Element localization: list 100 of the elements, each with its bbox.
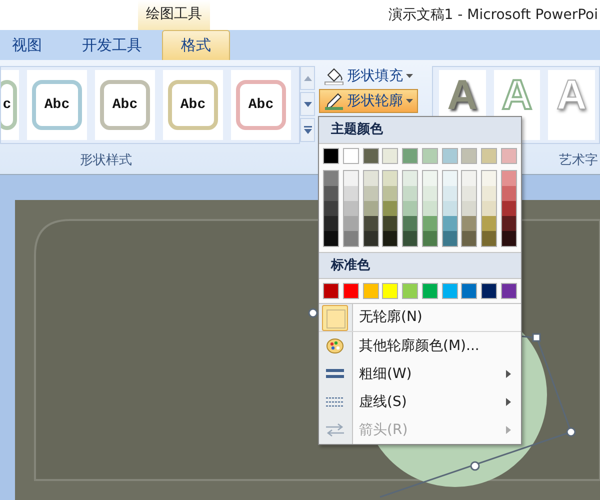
ribbon-tab[interactable]: 视图 (0, 30, 54, 60)
color-swatch[interactable] (482, 200, 496, 216)
color-swatch[interactable] (482, 186, 496, 200)
color-swatch[interactable] (502, 200, 516, 216)
selection-handle[interactable] (532, 333, 541, 342)
color-swatch[interactable] (442, 148, 458, 164)
color-swatch[interactable] (422, 186, 437, 200)
menu-item[interactable]: 无轮廓(N) (319, 304, 521, 332)
color-swatch[interactable] (383, 216, 398, 230)
shape-outline-button[interactable]: 形状轮廓 (319, 89, 418, 113)
color-swatch[interactable] (402, 148, 418, 164)
section-heading: 主题颜色 (319, 117, 521, 144)
color-swatch[interactable] (442, 230, 457, 246)
color-swatch[interactable] (442, 186, 457, 200)
style-thumbnail[interactable]: Abc (27, 70, 87, 140)
window-title: 演示文稿1 - Microsoft PowerPoi (388, 6, 598, 25)
style-thumbnail[interactable]: Abc (95, 70, 155, 140)
color-swatch[interactable] (324, 186, 338, 200)
selection-handle[interactable] (470, 461, 480, 471)
color-swatch[interactable] (382, 148, 398, 164)
color-swatch[interactable] (403, 200, 418, 216)
color-swatch[interactable] (364, 170, 378, 186)
color-swatch[interactable] (442, 170, 457, 186)
color-swatch[interactable] (364, 200, 378, 216)
color-swatch[interactable] (342, 283, 359, 299)
color-swatch[interactable] (344, 200, 358, 216)
color-swatch[interactable] (364, 186, 378, 200)
color-swatch[interactable] (403, 216, 418, 230)
menu-item[interactable]: 其他轮廓颜色(M)... (319, 332, 521, 360)
color-swatch[interactable] (324, 200, 338, 216)
selection-handle[interactable] (308, 308, 318, 318)
color-swatch[interactable] (422, 283, 438, 299)
scroll-up-button[interactable] (300, 66, 315, 90)
selection-handle[interactable] (566, 427, 576, 437)
color-swatch[interactable] (422, 148, 438, 164)
color-swatch[interactable] (462, 230, 476, 246)
color-swatch[interactable] (422, 230, 437, 246)
style-thumbnail[interactable]: Abc (231, 70, 291, 140)
paint-bucket-icon (324, 67, 344, 85)
color-swatch[interactable] (500, 148, 517, 164)
color-swatch[interactable] (442, 216, 457, 230)
ribbon-tab[interactable]: 格式 (162, 30, 230, 60)
color-swatch[interactable] (344, 230, 358, 246)
color-swatch[interactable] (362, 148, 379, 164)
color-swatch[interactable] (462, 216, 476, 230)
shape-fill-button[interactable]: 形状填充 (319, 64, 418, 88)
color-swatch[interactable] (422, 200, 437, 216)
color-swatch[interactable] (344, 170, 358, 186)
color-swatch[interactable] (462, 200, 476, 216)
color-swatch[interactable] (344, 186, 358, 200)
color-swatch[interactable] (402, 283, 418, 299)
more-button[interactable] (300, 118, 315, 142)
caret-icon (406, 74, 413, 78)
color-swatch[interactable] (344, 216, 358, 230)
color-swatch[interactable] (323, 283, 339, 299)
color-swatch[interactable] (422, 170, 437, 186)
color-swatch[interactable] (383, 170, 398, 186)
color-swatch[interactable] (382, 283, 398, 299)
scroll-down-button[interactable] (300, 92, 315, 116)
color-swatch[interactable] (422, 216, 437, 230)
color-swatch[interactable] (461, 283, 478, 299)
color-swatch[interactable] (323, 148, 339, 164)
color-swatch[interactable] (324, 216, 338, 230)
color-swatch[interactable] (403, 230, 418, 246)
color-swatch[interactable] (482, 170, 496, 186)
menu-item[interactable]: 粗细(W) (319, 360, 521, 388)
color-swatch[interactable] (342, 148, 359, 164)
color-swatch[interactable] (403, 186, 418, 200)
color-swatch[interactable] (442, 200, 457, 216)
color-swatch[interactable] (364, 216, 378, 230)
color-swatch[interactable] (383, 230, 398, 246)
color-swatch[interactable] (403, 170, 418, 186)
pencil-icon (324, 92, 344, 110)
color-swatch[interactable] (364, 230, 378, 246)
color-swatch[interactable] (324, 170, 338, 186)
color-swatch[interactable] (462, 186, 476, 200)
color-swatch[interactable] (502, 186, 516, 200)
scroll-down-icon (304, 102, 312, 106)
color-swatch[interactable] (481, 148, 498, 164)
color-swatch[interactable] (461, 148, 478, 164)
color-swatch[interactable] (362, 283, 379, 299)
color-swatch[interactable] (324, 230, 338, 246)
style-thumbnail[interactable]: Abc (163, 70, 223, 140)
group-label: 形状样式 (80, 152, 132, 170)
style-thumbnail[interactable]: c (1, 70, 19, 140)
ribbon-tab[interactable]: 开发工具 (70, 30, 154, 60)
color-swatch[interactable] (442, 283, 458, 299)
color-swatch[interactable] (462, 170, 476, 186)
color-swatch[interactable] (383, 200, 398, 216)
menu-item[interactable]: 虚线(S) (319, 388, 521, 416)
color-swatch[interactable] (502, 170, 516, 186)
color-swatch[interactable] (383, 186, 398, 200)
color-swatch[interactable] (482, 216, 496, 230)
color-swatch[interactable] (482, 230, 496, 246)
color-swatch[interactable] (500, 283, 517, 299)
dashes-icon (326, 397, 344, 407)
color-swatch[interactable] (502, 216, 516, 230)
color-swatch[interactable] (481, 283, 498, 299)
line-weight-icon (326, 369, 344, 379)
color-swatch[interactable] (502, 230, 516, 246)
